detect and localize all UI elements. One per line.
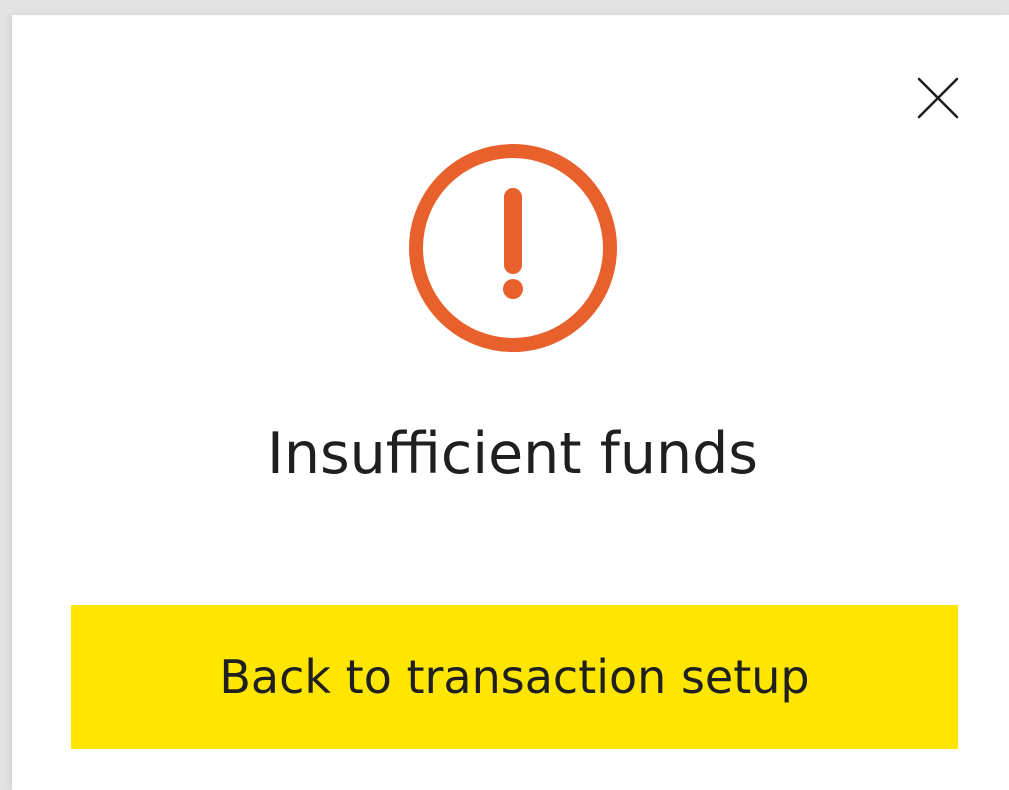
alert-circle-icon	[406, 141, 620, 355]
back-to-transaction-setup-button[interactable]: Back to transaction setup	[71, 605, 958, 749]
dialog-title: Insufficient funds	[267, 421, 758, 487]
close-icon	[917, 77, 959, 119]
insufficient-funds-dialog: Insufficient funds Back to transaction s…	[12, 15, 1009, 790]
alert-exclamation-dot	[503, 279, 523, 299]
close-button[interactable]	[917, 77, 959, 119]
